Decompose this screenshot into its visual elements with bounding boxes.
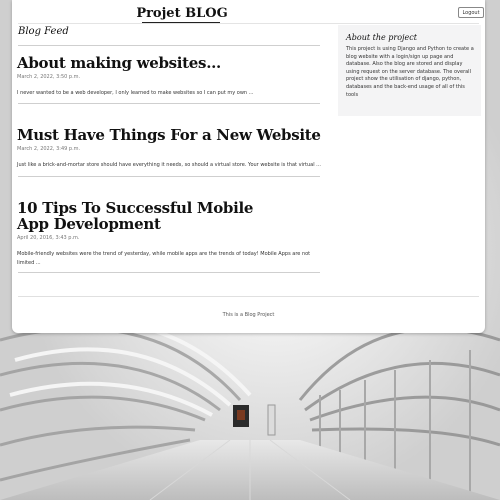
post-divider xyxy=(18,176,320,177)
post-date: March 2, 2022, 3:49 p.m. xyxy=(17,146,81,152)
post-divider xyxy=(18,103,320,104)
header-divider xyxy=(18,23,479,24)
post-date: March 2, 2022, 3:50 p.m. xyxy=(17,74,81,80)
feed-heading-divider xyxy=(18,45,320,46)
post-divider xyxy=(18,272,320,273)
post-excerpt: Mobile-friendly websites were the trend … xyxy=(17,251,311,266)
post-item: Must Have Things For a New Website March… xyxy=(17,127,322,170)
sidebar-title: About the project xyxy=(346,33,417,42)
post-excerpt: I never wanted to be a web developer, I … xyxy=(17,90,254,96)
logout-button[interactable]: Logout xyxy=(458,7,484,18)
site-title[interactable]: Projet BLOG xyxy=(12,6,352,21)
main-content-card: Projet BLOG Logout Blog Feed About makin… xyxy=(12,0,485,333)
post-date: April 20, 2016, 3:43 p.m. xyxy=(17,235,80,241)
post-item: About making websites... March 2, 2022, … xyxy=(17,55,322,98)
post-title-link[interactable]: Must Have Things For a New Website xyxy=(17,127,322,143)
footer-divider xyxy=(18,296,479,297)
post-item: 10 Tips To Successful Mobile App Develop… xyxy=(17,200,322,268)
about-sidebar: About the project This project is using … xyxy=(338,25,481,116)
post-title-link[interactable]: 10 Tips To Successful Mobile App Develop… xyxy=(17,200,267,232)
footer-text: This is a Blog Project xyxy=(222,312,275,318)
sidebar-description: This project is using Django and Python … xyxy=(346,46,474,98)
post-title-link[interactable]: About making websites... xyxy=(17,55,322,71)
post-excerpt: Just like a brick-and-mortar store shoul… xyxy=(17,162,321,168)
feed-heading: Blog Feed xyxy=(18,26,69,37)
